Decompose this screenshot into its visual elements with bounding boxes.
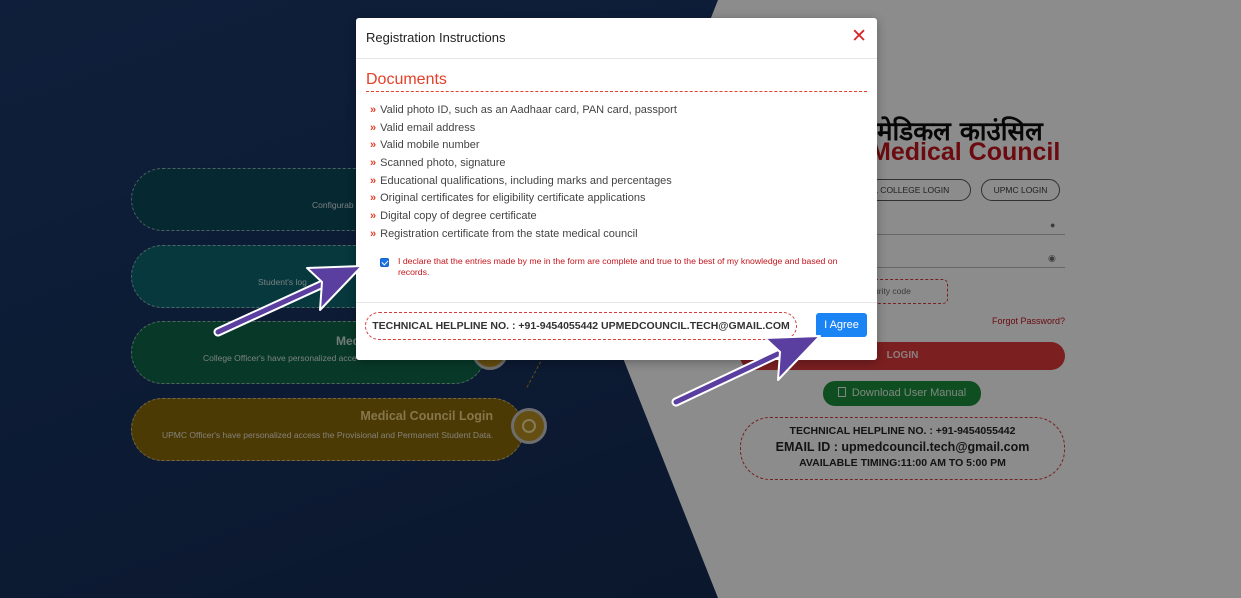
chevron-right-icon: » [370, 121, 377, 134]
declaration-checkbox[interactable] [380, 258, 389, 267]
list-item: » Registration certificate from the state… [370, 227, 638, 240]
footer-helpline: TECHNICAL HELPLINE NO. : +91-9454055442 … [365, 312, 797, 340]
chevron-right-icon: » [370, 139, 377, 152]
list-item: » Valid mobile number [370, 139, 480, 152]
list-item: » Digital copy of degree certificate [370, 210, 537, 223]
documents-list: » Valid photo ID, such as an Aadhaar card… [370, 102, 677, 244]
modal-title: Registration Instructions [366, 30, 506, 45]
chevron-right-icon: » [370, 210, 377, 223]
close-icon[interactable]: ✕ [851, 27, 867, 47]
list-item: » Scanned photo, signature [370, 157, 506, 170]
chevron-right-icon: » [370, 104, 377, 116]
chevron-right-icon: » [370, 174, 377, 187]
chevron-right-icon: » [370, 192, 377, 205]
modal-footer [356, 302, 877, 303]
documents-heading: Documents [366, 71, 867, 92]
chevron-right-icon: » [370, 227, 377, 240]
list-item: » Educational qualifications, including m… [370, 174, 672, 187]
i-agree-button[interactable]: I Agree [816, 313, 867, 337]
list-item: » Original certificates for eligibility c… [370, 192, 646, 205]
registration-instructions-modal: Registration Instructions ✕ Documents » V… [356, 18, 877, 360]
list-item: » Valid photo ID, such as an Aadhaar card… [370, 104, 677, 116]
declaration-text: I declare that the entries made by me in… [398, 256, 838, 277]
list-item: » Valid email address [370, 121, 476, 134]
modal-header: Registration Instructions ✕ [356, 18, 877, 59]
chevron-right-icon: » [370, 157, 377, 170]
